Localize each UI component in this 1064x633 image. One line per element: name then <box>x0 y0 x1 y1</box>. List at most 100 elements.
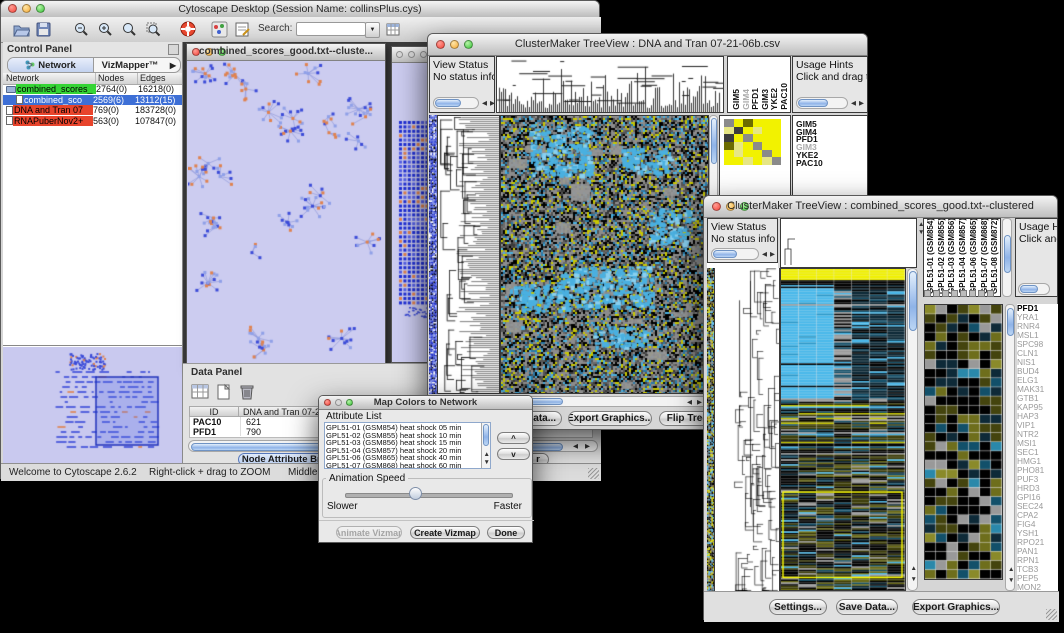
column-marker[interactable] <box>951 290 958 297</box>
column-marker[interactable] <box>942 290 949 297</box>
attribute-list-item[interactable]: GPL51-04 (GSM857) heat shock 20 min <box>326 447 480 455</box>
open-icon[interactable] <box>13 21 30 43</box>
network-name[interactable]: DNA and Tran 07 <box>13 105 93 115</box>
heatmap-cell[interactable] <box>753 142 763 150</box>
attribute-list-item[interactable]: GPL51-06 (GSM865) heat shock 40 min <box>326 454 480 462</box>
tab-overflow-arrow-icon[interactable]: ▶ <box>166 58 180 72</box>
column-label[interactable]: GPL51-06 (GSM865) <box>969 218 978 294</box>
scroll-left-icon[interactable]: ◀ <box>851 101 856 108</box>
tv2-heatmap[interactable] <box>780 268 906 591</box>
zoom-in-icon[interactable] <box>97 21 114 43</box>
column-label[interactable]: GPL51-08 (GSM872) <box>990 218 999 294</box>
save-icon[interactable] <box>35 21 52 43</box>
heatmap-cell[interactable] <box>734 142 744 150</box>
heatmap-cell[interactable] <box>762 134 772 142</box>
zoom-fit-icon[interactable] <box>121 21 138 43</box>
tab-vizmapper[interactable]: VizMapper™ <box>94 58 166 72</box>
scroll-up-icon[interactable]: ▲ <box>911 566 917 573</box>
column-label[interactable]: YKE2 <box>769 88 779 110</box>
column-marker[interactable] <box>969 290 976 297</box>
tv1-row-dendrogram[interactable] <box>437 115 500 394</box>
heatmap-cell[interactable] <box>734 119 744 127</box>
scroll-up-icon[interactable]: ▲ <box>1008 567 1014 574</box>
delete-attribute-icon[interactable] <box>238 383 256 406</box>
network-name[interactable]: combined_scores_ <box>16 84 96 94</box>
table-view-icon[interactable] <box>191 383 209 406</box>
zoom-out-icon[interactable] <box>73 21 90 43</box>
network-row[interactable]: DNA and Tran 07769(0)183728(0) <box>3 105 182 116</box>
tv2-row-dendrogram[interactable] <box>714 268 780 591</box>
vscroll-thumb[interactable] <box>1004 235 1011 273</box>
heatmap-cell[interactable] <box>762 127 772 135</box>
tv2-global-strip[interactable] <box>707 268 714 591</box>
scroll-right-icon[interactable]: ▶ <box>859 101 864 108</box>
tv1-status-scrollbar[interactable] <box>433 97 479 109</box>
heatmap-cell[interactable] <box>762 150 772 158</box>
help-icon[interactable] <box>179 20 197 43</box>
list-vscrollbar[interactable]: ▲ ▼ <box>481 423 490 468</box>
heatmap-cell[interactable] <box>762 142 772 150</box>
heatmap-cell[interactable] <box>743 150 753 158</box>
scroll-down-icon[interactable]: ▼ <box>484 460 490 467</box>
column-label[interactable]: GPL51-01 (GSM854) <box>926 218 935 294</box>
column-marker[interactable] <box>978 290 985 297</box>
heatmap-cell[interactable] <box>753 150 763 158</box>
heatmap-cell[interactable] <box>734 150 744 158</box>
network-row[interactable]: combined_scores_2764(0)16218(0) <box>3 84 182 95</box>
resize-grip[interactable] <box>588 468 599 479</box>
attribute-list-item[interactable]: GPL51-01 (GSM854) heat shock 05 min <box>326 424 480 432</box>
float-panel-icon[interactable] <box>168 44 179 55</box>
heatmap-cell[interactable] <box>724 127 734 135</box>
column-label[interactable]: PAC10 <box>779 83 789 110</box>
move-up-button[interactable]: ^ <box>497 432 530 444</box>
tv1-heatmap[interactable] <box>500 115 709 394</box>
minimize-icon[interactable] <box>408 51 415 58</box>
col-network[interactable]: Network <box>3 73 96 84</box>
network-canvas[interactable] <box>188 61 384 367</box>
vscroll-thumb[interactable] <box>483 424 489 446</box>
scroll-right-icon[interactable]: ▶ <box>490 101 495 108</box>
heatmap-cell[interactable] <box>762 119 772 127</box>
tv1-column-dendrogram[interactable] <box>496 56 724 113</box>
heatmap-cell[interactable] <box>743 134 753 142</box>
heatmap-cell[interactable] <box>734 157 744 165</box>
column-marker[interactable] <box>924 290 931 297</box>
zoom-selected-icon[interactable] <box>145 21 162 43</box>
tv2-hints-scrollbar[interactable] <box>1018 283 1050 295</box>
heatmap-cell[interactable] <box>753 134 763 142</box>
search-input[interactable] <box>296 22 366 36</box>
tv2-status-scrollbar[interactable] <box>711 248 759 260</box>
heatmap-cell[interactable] <box>724 134 734 142</box>
heatmap-cell[interactable] <box>743 157 753 165</box>
network-name[interactable]: combined_sco <box>23 95 93 105</box>
row-label[interactable]: PAC10 <box>796 158 823 168</box>
column-marker[interactable] <box>933 290 940 297</box>
attribute-browser-icon[interactable] <box>385 21 402 43</box>
attribute-list-item[interactable]: GPL51-02 (GSM855) heat shock 10 min <box>326 432 480 440</box>
close-icon[interactable] <box>396 51 403 58</box>
vscroll-thumb[interactable] <box>711 118 717 164</box>
tv1-global-strip[interactable] <box>429 115 437 394</box>
column-label[interactable]: GPL51-04 (GSM857) <box>958 218 967 294</box>
speed-slider-thumb[interactable] <box>409 487 422 500</box>
heatmap-cell[interactable] <box>724 119 734 127</box>
settings-button[interactable]: Settings... <box>769 599 827 615</box>
attribute-list[interactable]: GPL51-01 (GSM854) heat shock 05 minGPL51… <box>324 422 491 469</box>
tv1-hints-scrollbar[interactable] <box>796 97 848 109</box>
network-name[interactable]: RNAPuberNov2+ <box>13 116 93 126</box>
heatmap-cell[interactable] <box>753 127 763 135</box>
column-label[interactable]: PFD1 <box>750 88 760 110</box>
network-row[interactable]: combined_sco2569(6)13112(15) <box>3 95 182 106</box>
scroll-left-icon[interactable]: ◀ <box>762 252 767 259</box>
heatmap-cell[interactable] <box>734 127 744 135</box>
tv2-zoom-heatmap[interactable] <box>924 304 1003 580</box>
scroll-down-icon[interactable]: ▼ <box>911 577 917 584</box>
col-edges[interactable]: Edges <box>138 73 182 84</box>
tv2-collabel-vscrollbar[interactable] <box>1002 218 1012 297</box>
column-label[interactable]: GPL51-07 (GSM868) <box>980 218 989 294</box>
dialog-title-bar[interactable]: Map Colors to Network <box>319 396 532 410</box>
birdseye-canvas[interactable] <box>3 347 182 464</box>
scroll-up-icon[interactable]: ▲ <box>484 452 490 459</box>
col-id[interactable]: ID <box>190 407 239 416</box>
gene-label-list[interactable]: PFD1YRA1RNR4MSL1SPC98CLN1NIS1BUD4ELG1MAK… <box>1017 304 1058 591</box>
